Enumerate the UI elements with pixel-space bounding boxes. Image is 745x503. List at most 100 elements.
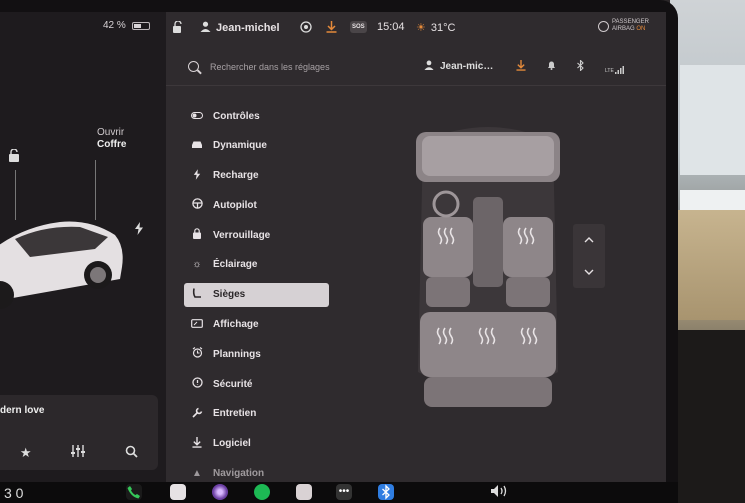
- sun-icon: ☀: [416, 22, 426, 34]
- profile-name: Jean-michel: [216, 22, 280, 34]
- settings-menu: Contrôles Dynamique Recharge Autopilot V…: [184, 104, 329, 482]
- wrench-icon: [191, 407, 203, 421]
- car-icon: [191, 140, 203, 152]
- camera-app-icon[interactable]: [212, 484, 228, 500]
- menu-item-label: Navigation: [213, 468, 265, 480]
- seat-icon: [191, 288, 203, 302]
- menu-item-label: Plannings: [213, 348, 261, 360]
- menu-item-autopilot[interactable]: Autopilot: [184, 193, 329, 217]
- menu-item-label: Affichage: [213, 319, 259, 331]
- media-player-card[interactable]: dern love ★: [0, 395, 158, 470]
- bluetooth-app-icon[interactable]: [378, 484, 394, 500]
- settings-search-input[interactable]: [210, 59, 410, 75]
- menu-item-label: Entretien: [213, 408, 257, 420]
- media-controls: ★: [0, 445, 158, 461]
- lte-label: LTE: [605, 68, 614, 74]
- dashboard: [676, 330, 745, 503]
- battery-icon: [131, 21, 150, 30]
- car-image: [0, 221, 123, 309]
- volume-icon[interactable]: [490, 484, 507, 500]
- favorite-star-icon[interactable]: ★: [20, 445, 32, 461]
- menu-item-label: Verrouillage: [213, 229, 271, 241]
- window-glare: [680, 65, 745, 175]
- time-label: 15:04: [377, 21, 405, 33]
- media-track-title: dern love: [0, 405, 45, 416]
- more-apps-icon[interactable]: •••: [336, 484, 352, 500]
- charge-port-icon[interactable]: [134, 222, 144, 238]
- battery-percent: 42 %: [103, 20, 126, 31]
- sos-label: SOS: [350, 21, 367, 33]
- menu-item-logiciel[interactable]: Logiciel: [184, 432, 329, 456]
- scroll-arrows: [573, 224, 605, 288]
- menu-item-label: Éclairage: [213, 259, 258, 271]
- status-bar: Jean-michel SOS 15:04 ☀ 31°C PASSENGER A…: [166, 12, 666, 44]
- notification-bell-icon[interactable]: [547, 60, 556, 74]
- menu-item-label: Logiciel: [213, 438, 251, 450]
- menu-item-plannings[interactable]: Plannings: [184, 342, 329, 366]
- trunk-label: Coffre: [97, 139, 127, 150]
- bluetooth-icon[interactable]: [577, 59, 584, 74]
- weather: ☀ 31°C: [416, 21, 456, 35]
- dashcam-icon[interactable]: [296, 484, 312, 500]
- menu-item-label: Sécurité: [213, 378, 253, 390]
- steering-wheel-icon: [191, 198, 203, 212]
- open-trunk-button[interactable]: Ouvrir Coffre: [97, 127, 126, 151]
- unlock-icon[interactable]: [8, 148, 20, 165]
- quick-icons: LTE: [516, 59, 624, 74]
- touchscreen: 42 % Ouvrir Coffre dern love ★ Jean-mich…: [0, 12, 666, 482]
- driver-profile-button[interactable]: Jean-mic…: [424, 60, 493, 73]
- sun-icon: ☼: [192, 259, 202, 271]
- search-icon: [188, 61, 199, 72]
- clock: 15:04: [377, 21, 405, 33]
- alarm-icon: [191, 347, 203, 361]
- menu-item-dynamique[interactable]: Dynamique: [184, 134, 329, 158]
- menu-item-label: Sièges: [213, 289, 246, 301]
- homelink-icon[interactable]: [300, 21, 312, 33]
- taskbar: 3 0 •••: [0, 482, 678, 503]
- download-icon: [191, 436, 203, 451]
- climate-temp-label[interactable]: 3 0: [4, 485, 23, 501]
- menu-item-controles[interactable]: Contrôles: [184, 104, 329, 128]
- user-icon: [424, 60, 434, 73]
- temperature-label: 31°C: [430, 21, 456, 34]
- bolt-icon: [191, 168, 203, 183]
- navigation-icon: ▲: [192, 468, 202, 480]
- driver-profile-name: Jean-mic…: [440, 61, 494, 72]
- software-download-icon[interactable]: [516, 60, 526, 74]
- dashboard-wood-trim: [678, 210, 745, 320]
- menu-item-label: Contrôles: [213, 110, 260, 122]
- software-update-icon[interactable]: [326, 21, 337, 33]
- phone-icon[interactable]: [126, 484, 142, 500]
- passenger-seat: [503, 217, 553, 307]
- spotify-icon[interactable]: [254, 484, 270, 500]
- sos-button[interactable]: SOS: [350, 21, 367, 33]
- settings-panel: Jean-michel SOS 15:04 ☀ 31°C PASSENGER A…: [166, 12, 666, 482]
- car-status-panel: 42 % Ouvrir Coffre dern love ★: [0, 12, 166, 482]
- menu-item-verrouillage[interactable]: Verrouillage: [184, 223, 329, 247]
- driver-seat: [423, 217, 473, 307]
- lock-status-icon[interactable]: [172, 21, 184, 33]
- menu-item-entretien[interactable]: Entretien: [184, 402, 329, 426]
- menu-item-securite[interactable]: Sécurité: [184, 372, 329, 396]
- media-search-icon[interactable]: [125, 445, 138, 461]
- chevron-up-icon[interactable]: [573, 224, 605, 256]
- menu-item-label: Recharge: [213, 170, 259, 182]
- menu-item-recharge[interactable]: Recharge: [184, 164, 329, 188]
- airbag-label-2: AIRBAG: [612, 26, 635, 32]
- airbag-label: PASSENGER: [612, 19, 649, 25]
- profile-button[interactable]: Jean-michel: [200, 21, 280, 35]
- calendar-icon[interactable]: [170, 484, 186, 500]
- equalizer-icon[interactable]: [71, 445, 86, 461]
- menu-item-navigation[interactable]: ▲ Navigation: [184, 462, 329, 482]
- settings-search-bar: Jean-mic… LTE: [166, 50, 666, 86]
- trunk-action-label: Ouvrir: [97, 127, 125, 138]
- display-icon: [191, 318, 203, 331]
- menu-item-label: Autopilot: [213, 199, 257, 211]
- chevron-down-icon[interactable]: [573, 256, 605, 288]
- menu-item-eclairage[interactable]: ☼ Éclairage: [184, 253, 329, 277]
- menu-item-sieges[interactable]: Sièges: [184, 282, 329, 307]
- menu-item-affichage[interactable]: Affichage: [184, 313, 329, 337]
- lock-icon: [191, 228, 203, 242]
- battery-indicator: 42 %: [103, 20, 150, 31]
- lte-signal-icon: LTE: [605, 60, 624, 74]
